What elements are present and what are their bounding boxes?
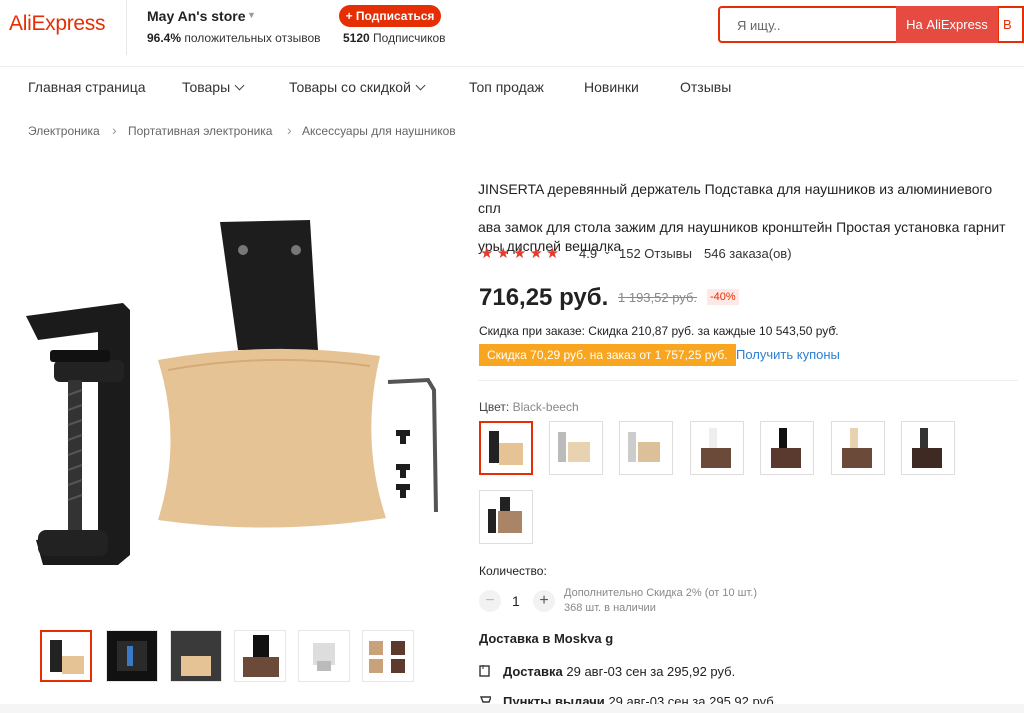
color-swatch[interactable] [831, 421, 885, 475]
thumbnail-1[interactable] [40, 630, 92, 682]
header-divider [126, 0, 127, 55]
search-input[interactable] [735, 17, 889, 34]
color-swatch[interactable] [549, 421, 603, 475]
nav-new[interactable]: Новинки [584, 79, 639, 95]
price: 716,25 руб. [479, 284, 609, 311]
divider [478, 380, 1018, 381]
quantity-label: Количество: [479, 564, 547, 578]
nav-discounted[interactable]: Товары со скидкой [289, 79, 426, 95]
bottom-fade [0, 704, 1024, 713]
star-rating-icon: ★★★★★ [480, 245, 563, 262]
color-swatch[interactable] [479, 490, 533, 544]
breadcrumb-item[interactable]: Электроника [28, 124, 100, 138]
breadcrumb-separator-icon: › [112, 122, 117, 138]
allen-key-graphic [387, 377, 438, 513]
quantity-info: Дополнительно Скидка 2% (от 10 шт.) 368 … [564, 587, 758, 614]
search-box [718, 6, 896, 43]
wooden-hanger-graphic [158, 348, 386, 528]
search-store-button[interactable]: В [998, 6, 1024, 43]
color-swatch[interactable] [760, 421, 814, 475]
desk-clamp-graphic [26, 303, 130, 565]
metal-plate-graphic [220, 220, 318, 350]
chevron-down-icon [415, 80, 426, 91]
thumbnail-3[interactable] [170, 630, 222, 682]
thumbnail-2[interactable] [106, 630, 158, 682]
thumbnail-5[interactable] [298, 630, 350, 682]
chevron-down-icon[interactable]: ⌄ [830, 322, 838, 333]
get-coupons-link[interactable]: Получить купоны [736, 347, 840, 362]
aliexpress-logo[interactable]: AliExpress [9, 12, 106, 36]
reviews-count[interactable]: 152 Отзывы [619, 246, 692, 261]
color-swatch[interactable] [619, 421, 673, 475]
color-swatch[interactable] [479, 421, 533, 475]
breadcrumb-item[interactable]: Портативная электроника [128, 124, 272, 138]
shipping-title[interactable]: Доставка в Moskva g [479, 631, 613, 646]
bulk-discount-text[interactable]: Скидка при заказе: Скидка 210,87 руб. за… [479, 324, 839, 338]
delivery-icon [479, 665, 490, 677]
nav-home[interactable]: Главная страница [28, 79, 146, 95]
screws-graphic [396, 430, 410, 498]
nav-reviews[interactable]: Отзывы [680, 79, 731, 95]
color-swatch[interactable] [901, 421, 955, 475]
chevron-down-icon [234, 80, 245, 91]
delivery-option: Доставка 29 авг-03 сен за 295,92 руб. [503, 664, 736, 679]
quantity-value[interactable]: 1 [512, 593, 520, 609]
subscribers-count: 5120 Подписчиков [343, 31, 446, 45]
coupon-badge: Скидка 70,29 руб. на заказ от 1 757,25 р… [479, 344, 736, 366]
increase-quantity-button[interactable]: + [533, 590, 555, 612]
store-name[interactable]: May An's store [147, 8, 246, 24]
color-label: Цвет: Black-beech [479, 400, 579, 414]
discount-badge: -40% [707, 289, 739, 305]
breadcrumb-separator-icon: › [287, 122, 292, 138]
old-price: 1 193,52 руб. [618, 290, 698, 305]
caret-down-icon[interactable]: ▼ [247, 10, 256, 20]
positive-feedback: 96.4% положительных отзывов [147, 31, 321, 45]
search-aliexpress-button[interactable]: На AliExpress [896, 6, 998, 43]
product-main-image[interactable] [8, 200, 448, 580]
nav-products[interactable]: Товары [182, 79, 245, 95]
decrease-quantity-button[interactable]: − [479, 590, 501, 612]
subscribe-button[interactable]: + Подписаться [339, 5, 441, 27]
thumbnail-4[interactable] [234, 630, 286, 682]
thumbnail-6[interactable] [362, 630, 414, 682]
nav-top-sales[interactable]: Топ продаж [469, 79, 544, 95]
orders-count: 546 заказа(ов) [704, 246, 792, 261]
header-divider-line [0, 66, 1024, 67]
rating-value[interactable]: 4.9 [579, 246, 597, 261]
color-swatch[interactable] [690, 421, 744, 475]
breadcrumb-item[interactable]: Аксессуары для наушников [302, 124, 456, 138]
chevron-down-icon[interactable]: ⌄ [603, 246, 611, 257]
